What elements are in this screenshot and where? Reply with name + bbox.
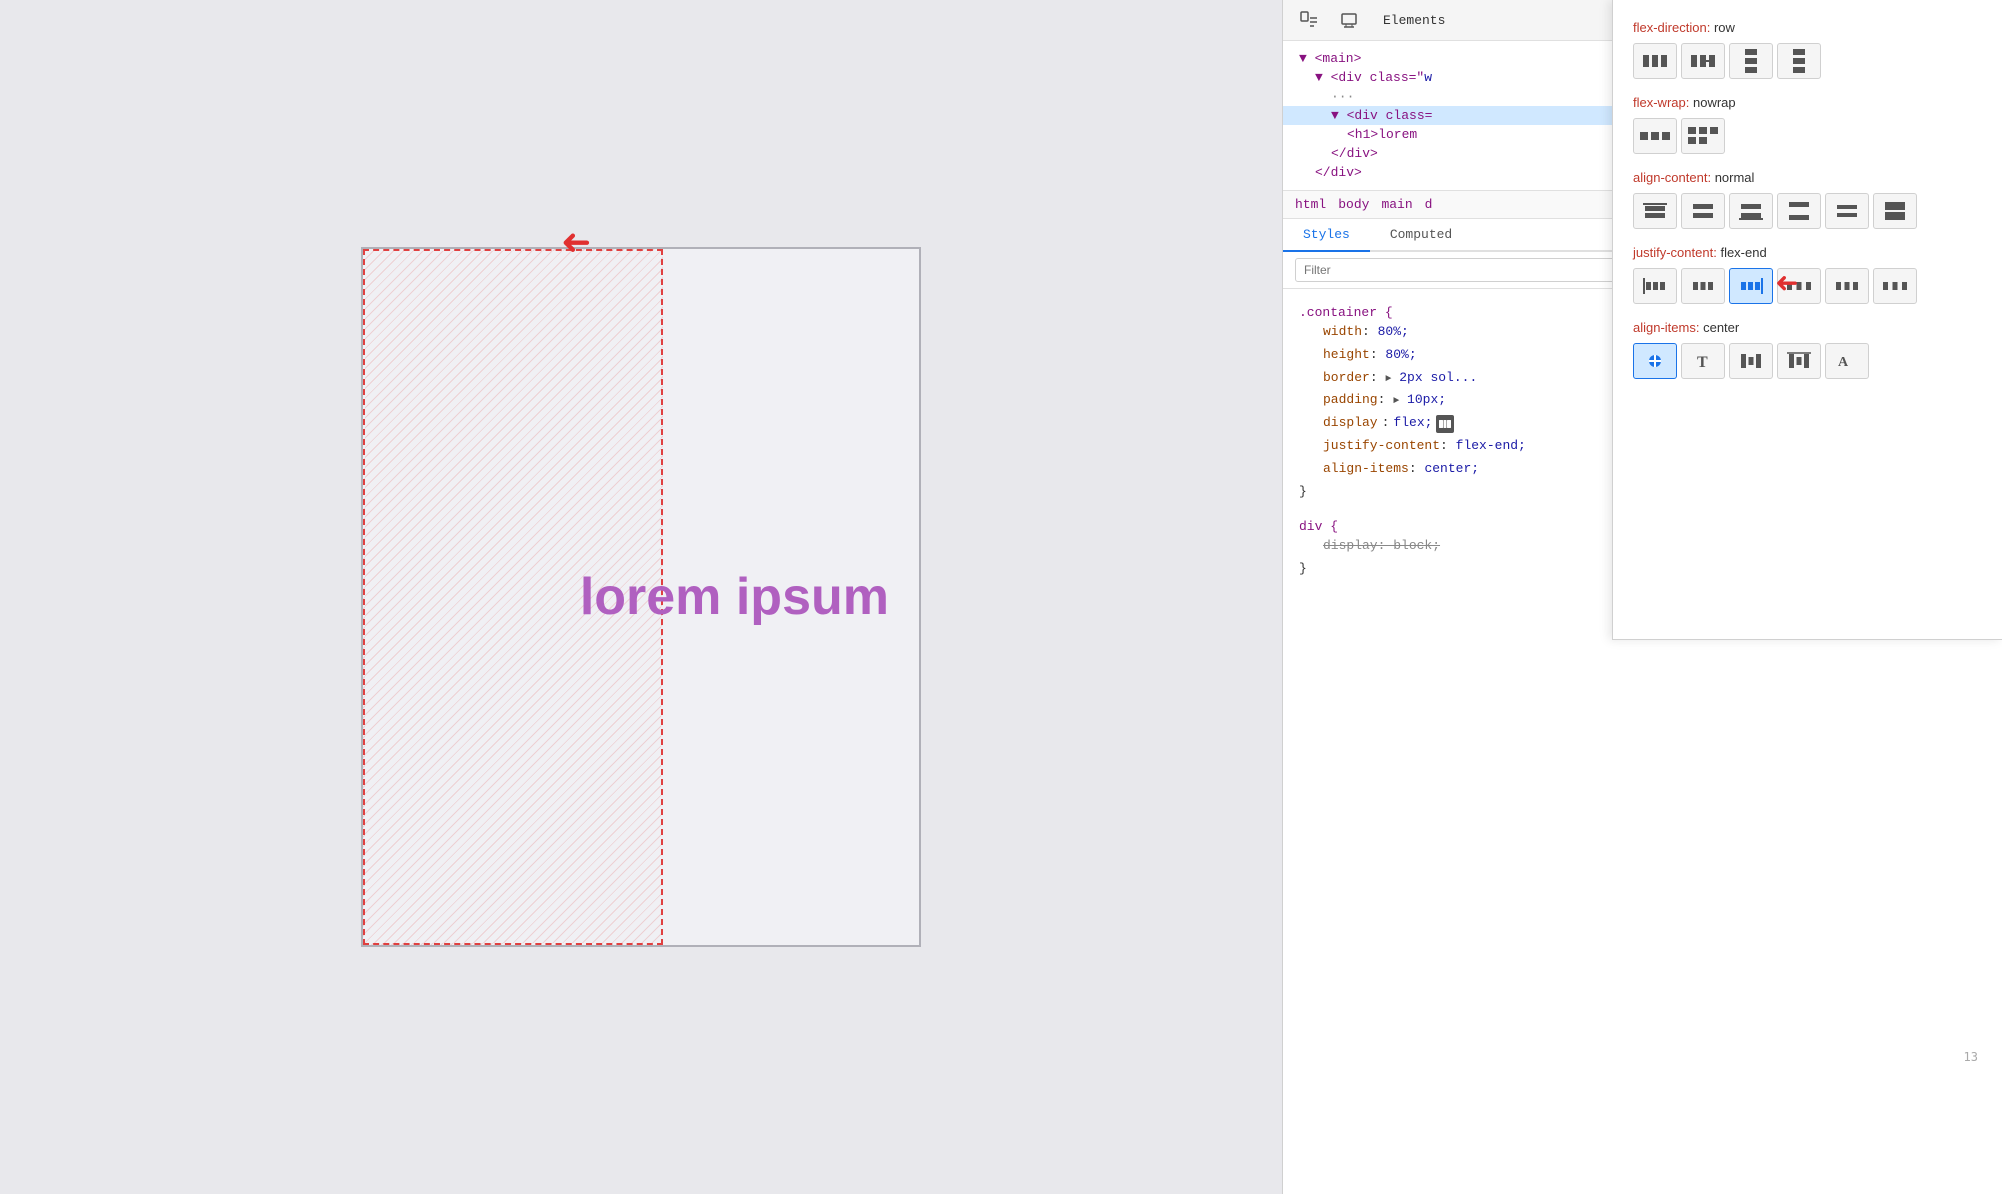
align-content-center-btn[interactable] [1681,193,1725,229]
align-content-label: align-content: normal [1633,170,1982,185]
justify-content-section: justify-content: flex-end ➜ [1633,245,1982,304]
flex-direction-icons [1633,43,1982,79]
line-number: 13 [1964,1050,1978,1064]
align-items-icons: T A [1633,343,1982,379]
breadcrumb-main[interactable]: main [1381,197,1412,212]
breadcrumb-d[interactable]: d [1425,197,1433,212]
svg-text:T: T [1697,354,1708,371]
flex-badge-icon[interactable] [1436,415,1454,433]
elements-tab[interactable]: Elements [1375,9,1453,32]
css-selector-container[interactable]: .container { [1299,305,1393,320]
justify-content-value: flex-end [1720,245,1766,260]
justify-content-space-around-btn[interactable] [1825,268,1869,304]
arrow-flex-end-icon: ➜ [1775,266,1798,299]
flex-direction-column-reverse-btn[interactable] [1777,43,1821,79]
flex-wrap-value: nowrap [1693,95,1736,110]
align-content-stretch-btn[interactable] [1873,193,1917,229]
align-items-flex-start-btn[interactable]: T [1681,343,1725,379]
justify-content-start-btn[interactable] [1633,268,1677,304]
css-selector-div[interactable]: div { [1299,519,1338,534]
flex-wrap-icons [1633,118,1982,154]
align-content-end-btn[interactable] [1729,193,1773,229]
lorem-text: lorem ipsum [580,567,889,627]
justify-content-space-evenly-btn[interactable] [1873,268,1917,304]
flex-wrap-label: flex-wrap: nowrap [1633,95,1982,110]
align-content-space-between-btn[interactable] [1777,193,1821,229]
flex-direction-row-reverse-btn[interactable] [1681,43,1725,79]
inspector-icon[interactable] [1295,6,1323,34]
tab-styles[interactable]: Styles [1283,219,1370,252]
justify-content-flex-end-btn[interactable] [1729,268,1773,304]
preview-container: ➜ lorem ipsum [361,247,921,947]
align-content-space-around-btn[interactable] [1825,193,1869,229]
align-items-stretch-btn[interactable] [1633,343,1677,379]
flex-direction-section: flex-direction: row [1633,20,1982,79]
align-items-baseline-btn[interactable]: A [1825,343,1869,379]
breadcrumb-body[interactable]: body [1338,197,1369,212]
align-items-section: align-items: center T [1633,320,1982,379]
flex-wrap-wrap-btn[interactable] [1681,118,1725,154]
align-items-center-btn[interactable] [1729,343,1773,379]
tab-computed[interactable]: Computed [1370,219,1472,252]
justify-content-label: justify-content: flex-end [1633,245,1982,260]
align-items-flex-end-btn[interactable] [1777,343,1821,379]
align-content-value: normal [1715,170,1755,185]
align-items-label: align-items: center [1633,320,1982,335]
arrow-preview-icon: ➜ [561,221,591,263]
align-content-icons [1633,193,1982,229]
preview-area: ➜ lorem ipsum [0,0,1282,1194]
flex-direction-value: row [1714,20,1735,35]
svg-text:A: A [1838,355,1849,370]
flex-direction-column-btn[interactable] [1729,43,1773,79]
align-content-start-btn[interactable] [1633,193,1677,229]
align-items-value: center [1703,320,1739,335]
flex-wrap-nowrap-btn[interactable] [1633,118,1677,154]
flex-direction-label: flex-direction: row [1633,20,1982,35]
flex-direction-row-btn[interactable] [1633,43,1677,79]
flex-wrap-section: flex-wrap: nowrap [1633,95,1982,154]
align-content-section: align-content: normal [1633,170,1982,229]
flex-panel: flex-direction: row flex-wrap: n [1612,0,2002,640]
device-icon[interactable] [1335,6,1363,34]
breadcrumb-html[interactable]: html [1295,197,1326,212]
justify-content-icons: ➜ [1633,268,1982,304]
justify-content-center-btn[interactable] [1681,268,1725,304]
